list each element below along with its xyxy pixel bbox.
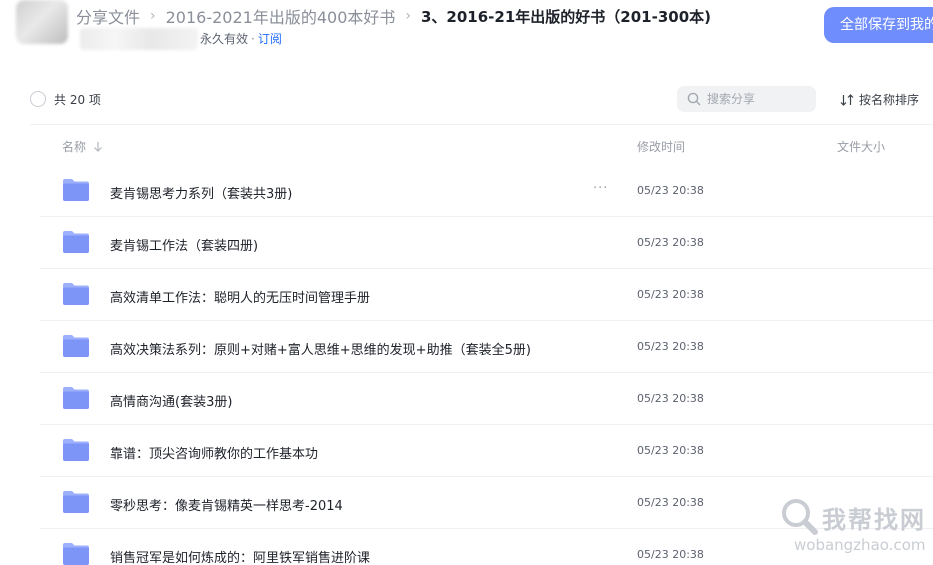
file-name[interactable]: 高效清单工作法：聪明人的无压时间管理手册	[110, 287, 370, 306]
file-name[interactable]: 销售冠军是如何炼成的：阿里铁军销售进阶课	[110, 547, 370, 565]
folder-icon	[63, 491, 89, 513]
search-box[interactable]	[677, 86, 816, 112]
sort-icon	[840, 93, 854, 106]
search-icon	[687, 92, 701, 106]
table-row[interactable]: 麦肯锡思考力系列（套装共3册) ··· 05/23 20:38	[0, 165, 933, 217]
table-row[interactable]: 高情商沟通(套装3册) 05/23 20:38	[0, 373, 933, 425]
file-name[interactable]: 高效决策法系列：原则+对赌+富人思维+思维的发现+助推（套装全5册)	[110, 339, 531, 358]
save-all-button[interactable]: 全部保存到我的	[824, 7, 933, 43]
table-row[interactable]: 高效决策法系列：原则+对赌+富人思维+思维的发现+助推（套装全5册) 05/23 …	[0, 321, 933, 373]
breadcrumb-item-parent[interactable]: 2016-2021年出版的400本好书	[166, 4, 396, 28]
file-name[interactable]: 靠谱：顶尖咨询师教你的工作基本功	[110, 443, 318, 462]
breadcrumb-separator-icon: ›	[405, 8, 411, 24]
folder-icon	[63, 387, 89, 409]
share-meta: 永久有效 · 订阅	[200, 30, 282, 47]
folder-icon	[63, 439, 89, 461]
table-row[interactable]: 高效清单工作法：聪明人的无压时间管理手册 05/23 20:38	[0, 269, 933, 321]
column-header-modified[interactable]: 修改时间	[637, 138, 685, 155]
select-all-checkbox[interactable]	[30, 91, 46, 107]
subscribe-link[interactable]: 订阅	[258, 32, 282, 46]
file-modified-time: 05/23 20:38	[637, 496, 704, 509]
sort-button[interactable]: 按名称排序	[840, 91, 919, 108]
sort-label: 按名称排序	[859, 93, 920, 107]
watermark: 我帮找网 wobangzhao.com	[778, 494, 933, 560]
file-modified-time: 05/23 20:38	[637, 184, 704, 197]
meta-dot: ·	[251, 32, 255, 46]
column-name-label: 名称	[62, 140, 87, 154]
item-count: 共 20 项	[54, 93, 101, 107]
folder-icon	[63, 335, 89, 357]
watermark-text: 我帮找网	[822, 506, 926, 534]
file-modified-time: 05/23 20:38	[637, 392, 704, 405]
sharer-name-blurred	[80, 28, 198, 50]
table-row[interactable]: 靠谱：顶尖咨询师教你的工作基本功 05/23 20:38	[0, 425, 933, 477]
folder-icon	[63, 231, 89, 253]
folder-icon	[63, 179, 89, 201]
watermark-url: wobangzhao.com	[794, 536, 926, 554]
file-name[interactable]: 高情商沟通(套装3册)	[110, 391, 232, 410]
toolbar-divider	[30, 124, 933, 125]
file-name[interactable]: 零秒思考：像麦肯锡精英一样思考-2014	[110, 495, 343, 514]
folder-icon	[63, 543, 89, 565]
table-row[interactable]: 麦肯锡工作法（套装四册) 05/23 20:38	[0, 217, 933, 269]
sort-arrow-down-icon	[94, 141, 102, 152]
file-modified-time: 05/23 20:38	[637, 548, 704, 561]
breadcrumb-item-root[interactable]: 分享文件	[76, 4, 140, 28]
more-icon[interactable]: ···	[593, 181, 608, 196]
file-modified-time: 05/23 20:38	[637, 444, 704, 457]
avatar	[16, 0, 68, 44]
file-modified-time: 05/23 20:38	[637, 236, 704, 249]
file-modified-time: 05/23 20:38	[637, 288, 704, 301]
magnifier-logo-icon	[782, 499, 818, 535]
search-input[interactable]	[707, 86, 807, 112]
file-modified-time: 05/23 20:38	[637, 340, 704, 353]
breadcrumb: 分享文件 › 2016-2021年出版的400本好书 › 3、2016-21年出…	[76, 4, 711, 28]
column-header-size[interactable]: 文件大小	[837, 138, 885, 155]
file-name[interactable]: 麦肯锡工作法（套装四册)	[110, 235, 258, 254]
validity-text: 永久有效	[200, 32, 249, 46]
breadcrumb-separator-icon: ›	[150, 8, 156, 24]
file-name[interactable]: 麦肯锡思考力系列（套装共3册)	[110, 183, 292, 202]
breadcrumb-item-current: 3、2016-21年出版的好书（201-300本)	[421, 7, 711, 26]
folder-icon	[63, 283, 89, 305]
column-header-name[interactable]: 名称	[62, 138, 103, 155]
